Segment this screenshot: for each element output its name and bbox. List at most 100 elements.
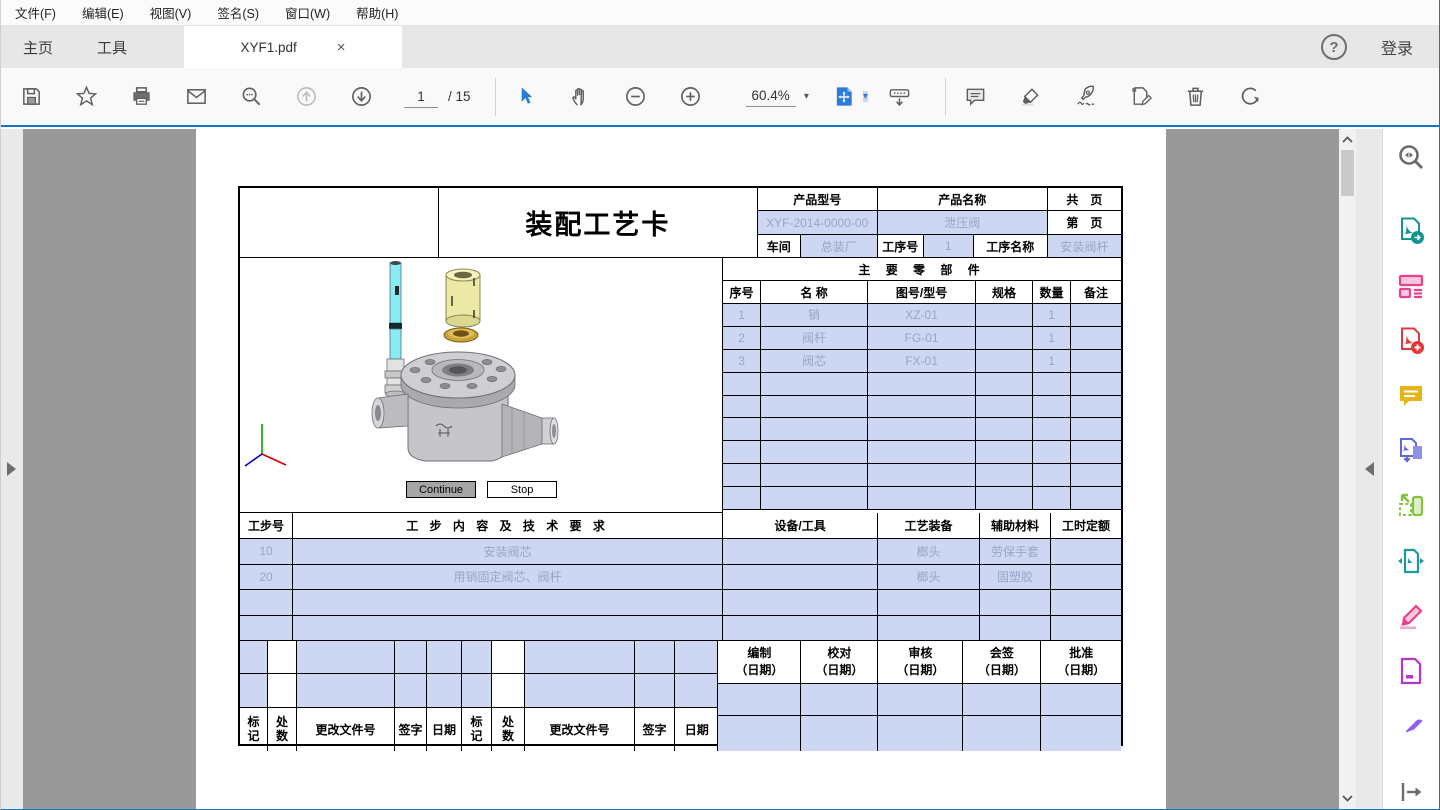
- tab-bar: 主页 工具 XYF1.pdf × ? 登录: [1, 26, 1439, 68]
- zoom-level-input[interactable]: 60.4%: [746, 86, 796, 107]
- model-and-parts-band: Continue Stop 主 要 零 部 件 序号 名 称 图: [240, 258, 1121, 513]
- open-tools-panel-button[interactable]: [1394, 775, 1428, 809]
- page-total-label: / 15: [448, 89, 471, 104]
- parts-cell: [976, 327, 1033, 350]
- ink-pen-icon: [1074, 85, 1097, 108]
- approval-header-row: 编制（日期） 校对（日期） 审核（日期） 会签（日期） 批准（日期）: [718, 641, 1121, 684]
- revision-col-date: 日期: [675, 708, 718, 751]
- steps-cell: [723, 565, 878, 591]
- highlight-button[interactable]: [1019, 85, 1043, 109]
- more-tools-button[interactable]: [1394, 709, 1428, 743]
- save-button[interactable]: [19, 85, 43, 109]
- revision-col-count: 处数: [276, 716, 289, 744]
- rotate-button[interactable]: [1239, 85, 1263, 109]
- previous-page-button[interactable]: [294, 85, 318, 109]
- help-icon[interactable]: ?: [1321, 34, 1347, 60]
- steps-cell: 20: [240, 565, 293, 591]
- close-tab-icon[interactable]: ×: [337, 40, 346, 55]
- fit-page-dropdown-icon[interactable]: ▾: [863, 91, 868, 102]
- expand-left-panel-icon[interactable]: [7, 462, 16, 476]
- vertical-scrollbar[interactable]: [1339, 129, 1356, 809]
- revision-col-sign: 签字: [395, 708, 427, 751]
- steps-col-quota: 工时定额: [1051, 513, 1121, 539]
- steps-cell: [1051, 565, 1121, 591]
- menu-window[interactable]: 窗口(W): [285, 3, 330, 22]
- sign-button[interactable]: [1074, 85, 1098, 109]
- approval-row-empty: [718, 716, 1121, 751]
- more-tools-pen-icon: [1396, 711, 1426, 741]
- approval-date-label: （日期）: [896, 662, 944, 679]
- steps-cell: 榔头: [878, 539, 980, 565]
- find-button[interactable]: [239, 85, 263, 109]
- zoom-tools-button[interactable]: [1394, 141, 1428, 175]
- minus-circle-icon: [624, 85, 647, 108]
- comment-tool-button[interactable]: [1394, 379, 1428, 413]
- op-no-label: 工序号: [878, 235, 924, 258]
- steps-row: 10 安装阀芯 榔头 劳保手套: [240, 539, 1121, 565]
- tools-panel: [1383, 129, 1439, 809]
- fill-sign-tool-button[interactable]: [1394, 599, 1428, 633]
- favorite-button[interactable]: [74, 85, 98, 109]
- revision-header-row: 标记 处数 更改文件号 签字 日期 标记 处数 更改文件号 签字 日期: [240, 708, 718, 751]
- parts-title: 主 要 零 部 件: [723, 258, 1121, 281]
- parts-cell: 1: [1033, 304, 1071, 327]
- fill-sign-button[interactable]: [1129, 85, 1153, 109]
- tab-document[interactable]: XYF1.pdf ×: [184, 26, 402, 68]
- revision-col-mark: 标记: [247, 716, 260, 744]
- delete-button[interactable]: [1184, 85, 1208, 109]
- hand-tool-button[interactable]: [569, 85, 593, 109]
- revision-table: 标记 处数 更改文件号 签字 日期 标记 处数 更改文件号 签字 日期: [240, 641, 718, 751]
- stop-button[interactable]: Stop: [487, 481, 557, 498]
- zoom-out-button[interactable]: [624, 85, 648, 109]
- convert-files-button[interactable]: [1394, 434, 1428, 468]
- login-button[interactable]: 登录: [1381, 35, 1413, 59]
- compress-pdf-button[interactable]: [1394, 544, 1428, 578]
- tab-home[interactable]: 主页: [1, 26, 75, 68]
- export-pdf-icon: [1396, 216, 1426, 246]
- trash-icon: [1184, 85, 1207, 108]
- parts-cell: 1: [1033, 350, 1071, 373]
- print-button[interactable]: [129, 85, 153, 109]
- parts-col-seq: 序号: [723, 281, 761, 304]
- parts-table: 主 要 零 部 件 序号 名 称 图号/型号 规格 数量 备注: [723, 258, 1121, 513]
- envelope-icon: [185, 85, 208, 108]
- steps-row-empty: [240, 616, 1121, 642]
- export-pdf-button[interactable]: [1394, 214, 1428, 248]
- tab-tools[interactable]: 工具: [75, 26, 149, 68]
- prepare-form-button[interactable]: [1394, 654, 1428, 688]
- page-up-icon: [295, 85, 318, 108]
- organize-pages-button[interactable]: [1394, 489, 1428, 523]
- steps-col-no: 工步号: [240, 513, 293, 539]
- email-button[interactable]: [184, 85, 208, 109]
- fit-page-button[interactable]: [833, 85, 857, 109]
- collapse-right-panel-icon[interactable]: [1365, 462, 1374, 476]
- parts-cell: 3: [723, 350, 761, 373]
- steps-cell: 安装阀芯: [293, 539, 723, 565]
- menu-edit[interactable]: 编辑(E): [82, 3, 124, 22]
- scrolling-mode-button[interactable]: [888, 85, 912, 109]
- menu-sign[interactable]: 签名(S): [217, 3, 259, 22]
- edit-pdf-button[interactable]: [1394, 269, 1428, 303]
- scroll-up-icon[interactable]: [1341, 135, 1354, 145]
- next-page-button[interactable]: [349, 85, 373, 109]
- steps-col-aux: 辅助材料: [980, 513, 1051, 539]
- organize-pages-icon: [1396, 491, 1426, 521]
- menu-file[interactable]: 文件(F): [15, 3, 56, 22]
- menu-view[interactable]: 视图(V): [150, 3, 192, 22]
- parts-cell: [1071, 350, 1121, 373]
- scrollbar-thumb[interactable]: [1341, 150, 1354, 196]
- zoom-dropdown-icon[interactable]: ▾: [804, 91, 809, 102]
- select-tool-button[interactable]: [514, 85, 538, 109]
- scroll-down-icon[interactable]: [1341, 793, 1354, 803]
- steps-cell: 10: [240, 539, 293, 565]
- page-number-input[interactable]: 1: [404, 86, 438, 108]
- steps-col-equipment: 设备/工具: [723, 513, 878, 539]
- continue-button[interactable]: Continue: [406, 481, 476, 498]
- page-down-icon: [350, 85, 373, 108]
- steps-col-tooling: 工艺装备: [878, 513, 980, 539]
- menu-help[interactable]: 帮助(H): [356, 3, 398, 22]
- comment-button[interactable]: [964, 85, 988, 109]
- page-no-label: 第 页: [1048, 211, 1121, 235]
- create-pdf-button[interactable]: [1394, 324, 1428, 358]
- zoom-in-button[interactable]: [679, 85, 703, 109]
